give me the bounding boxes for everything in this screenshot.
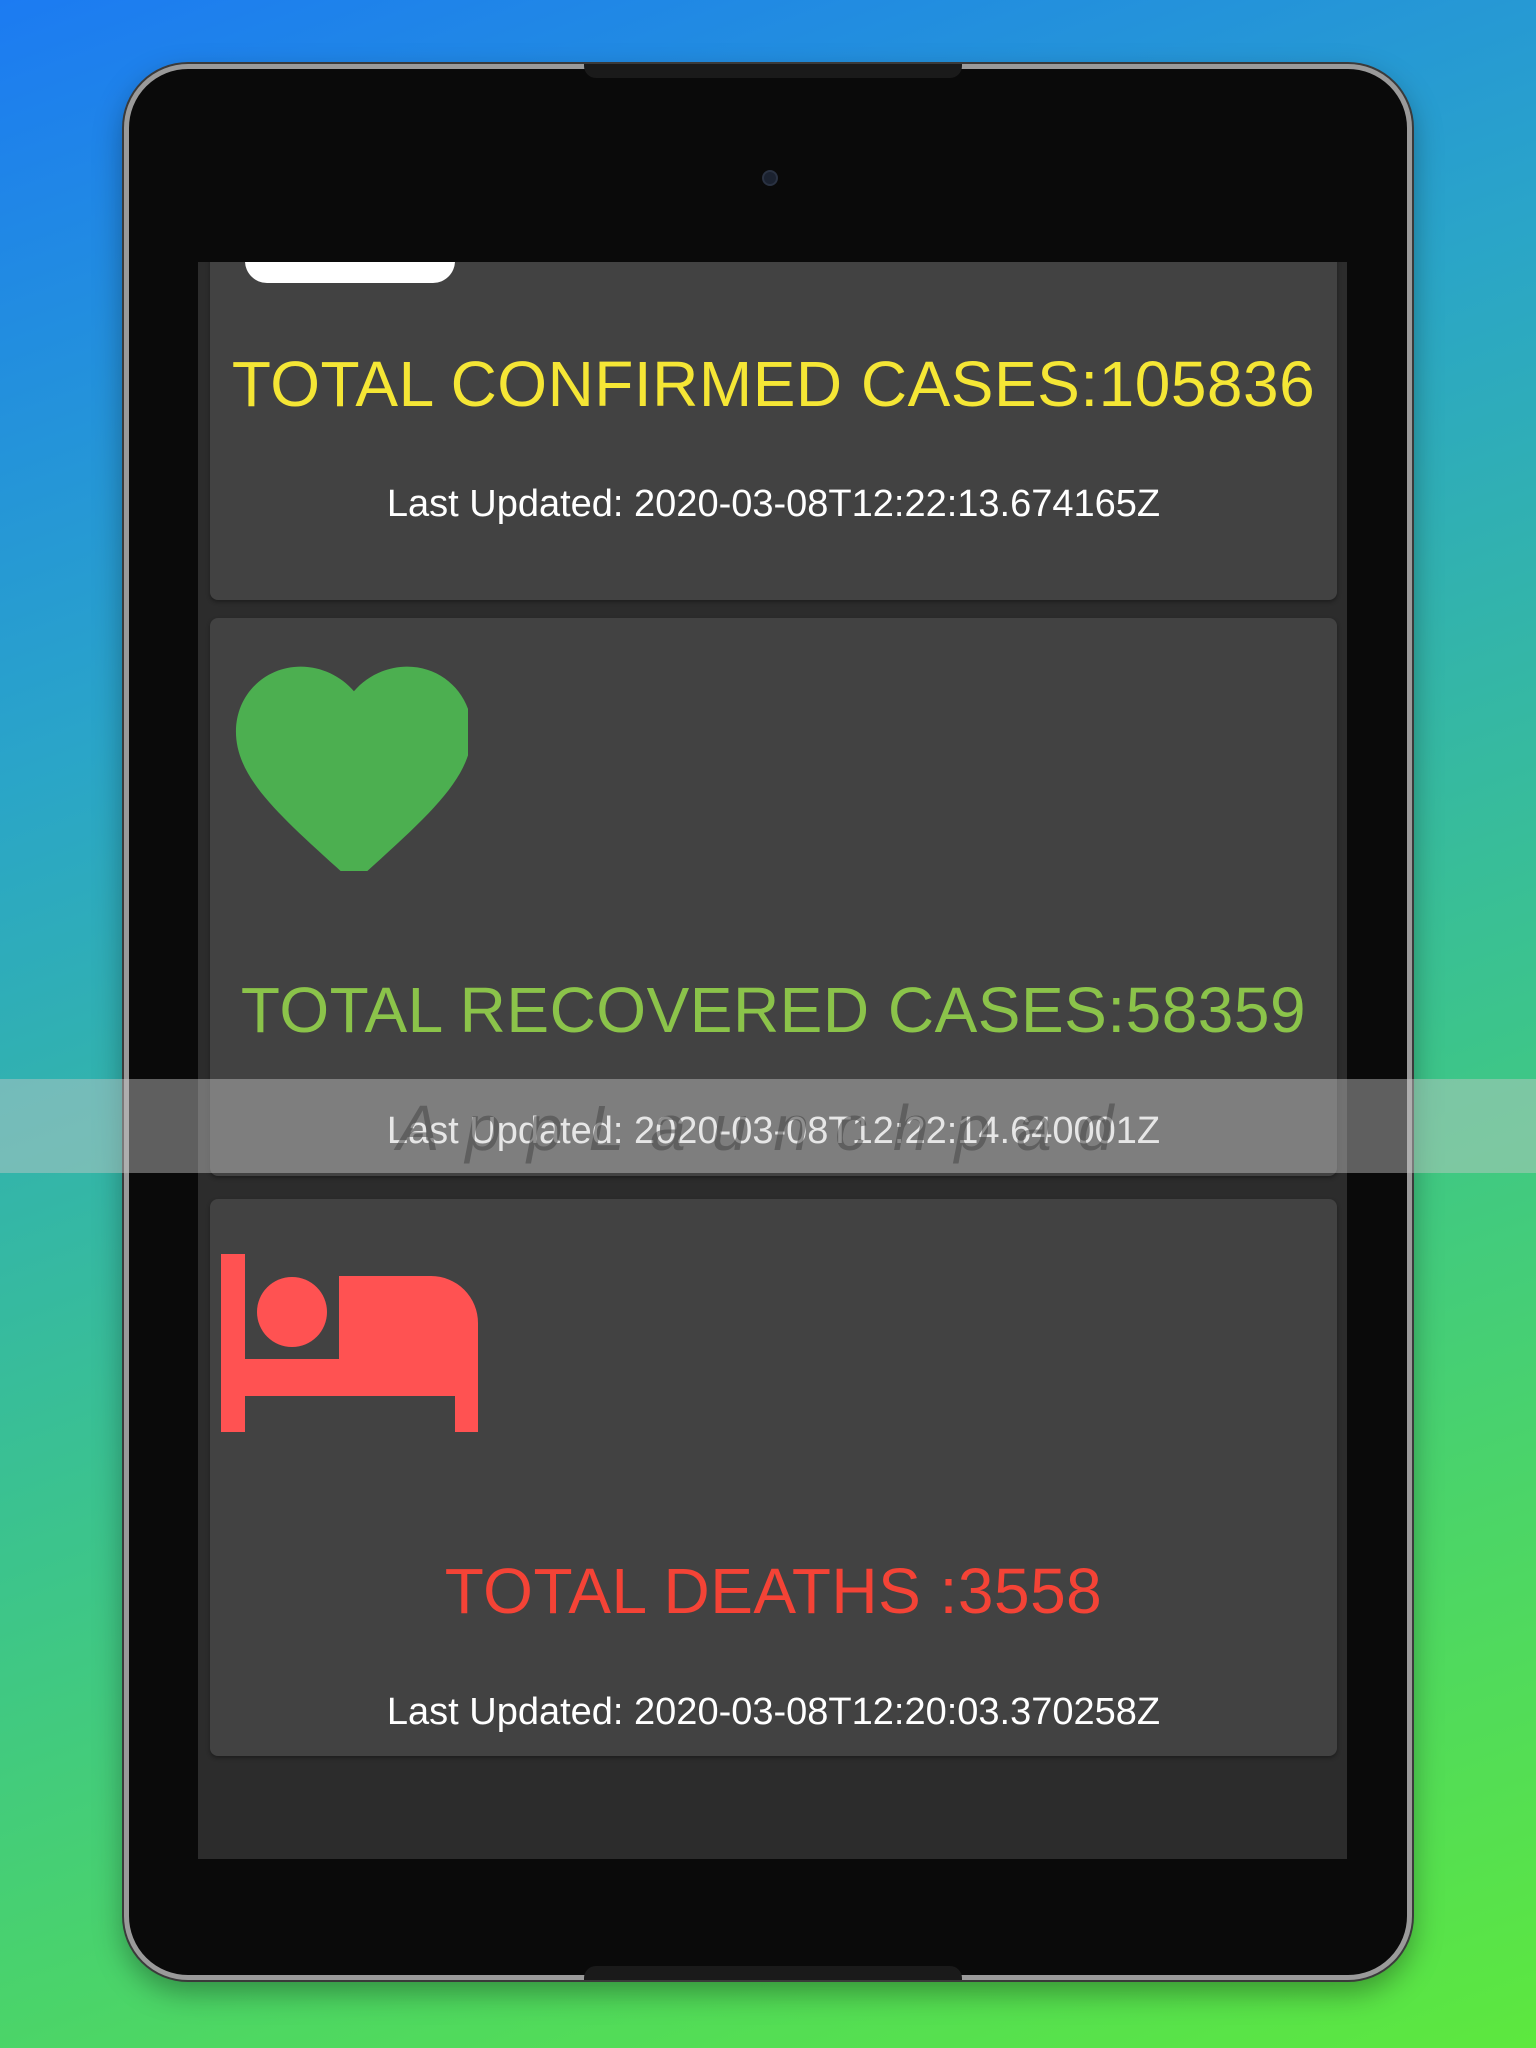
watermark-band: AppLaunchpad [0, 1079, 1536, 1173]
confirmed-cases-card: TOTAL CONFIRMED CASES:105836 Last Update… [210, 262, 1337, 600]
confirmed-cases-title: TOTAL CONFIRMED CASES:105836 [231, 348, 1316, 420]
confirmed-last-updated: Last Updated: 2020-03-08T12:22:13.674165… [386, 483, 1161, 525]
bed-icon [221, 1254, 478, 1432]
heart-icon [235, 666, 468, 871]
app-screen: TOTAL CONFIRMED CASES:105836 Last Update… [198, 262, 1347, 1859]
watermark-text: AppLaunchpad [396, 1092, 1140, 1164]
tablet-frame: TOTAL CONFIRMED CASES:105836 Last Update… [124, 64, 1412, 1980]
camera-icon [762, 170, 778, 186]
tablet-bottom-notch [584, 1966, 962, 1980]
confirmed-icon-partial [245, 262, 455, 283]
tablet-top-notch [584, 64, 962, 78]
deaths-last-updated: Last Updated: 2020-03-08T12:20:03.370258… [386, 1691, 1161, 1733]
recovered-cases-title: TOTAL RECOVERED CASES:58359 [240, 974, 1307, 1046]
deaths-card: TOTAL DEATHS :3558 Last Updated: 2020-03… [210, 1199, 1337, 1756]
deaths-title: TOTAL DEATHS :3558 [444, 1555, 1103, 1627]
